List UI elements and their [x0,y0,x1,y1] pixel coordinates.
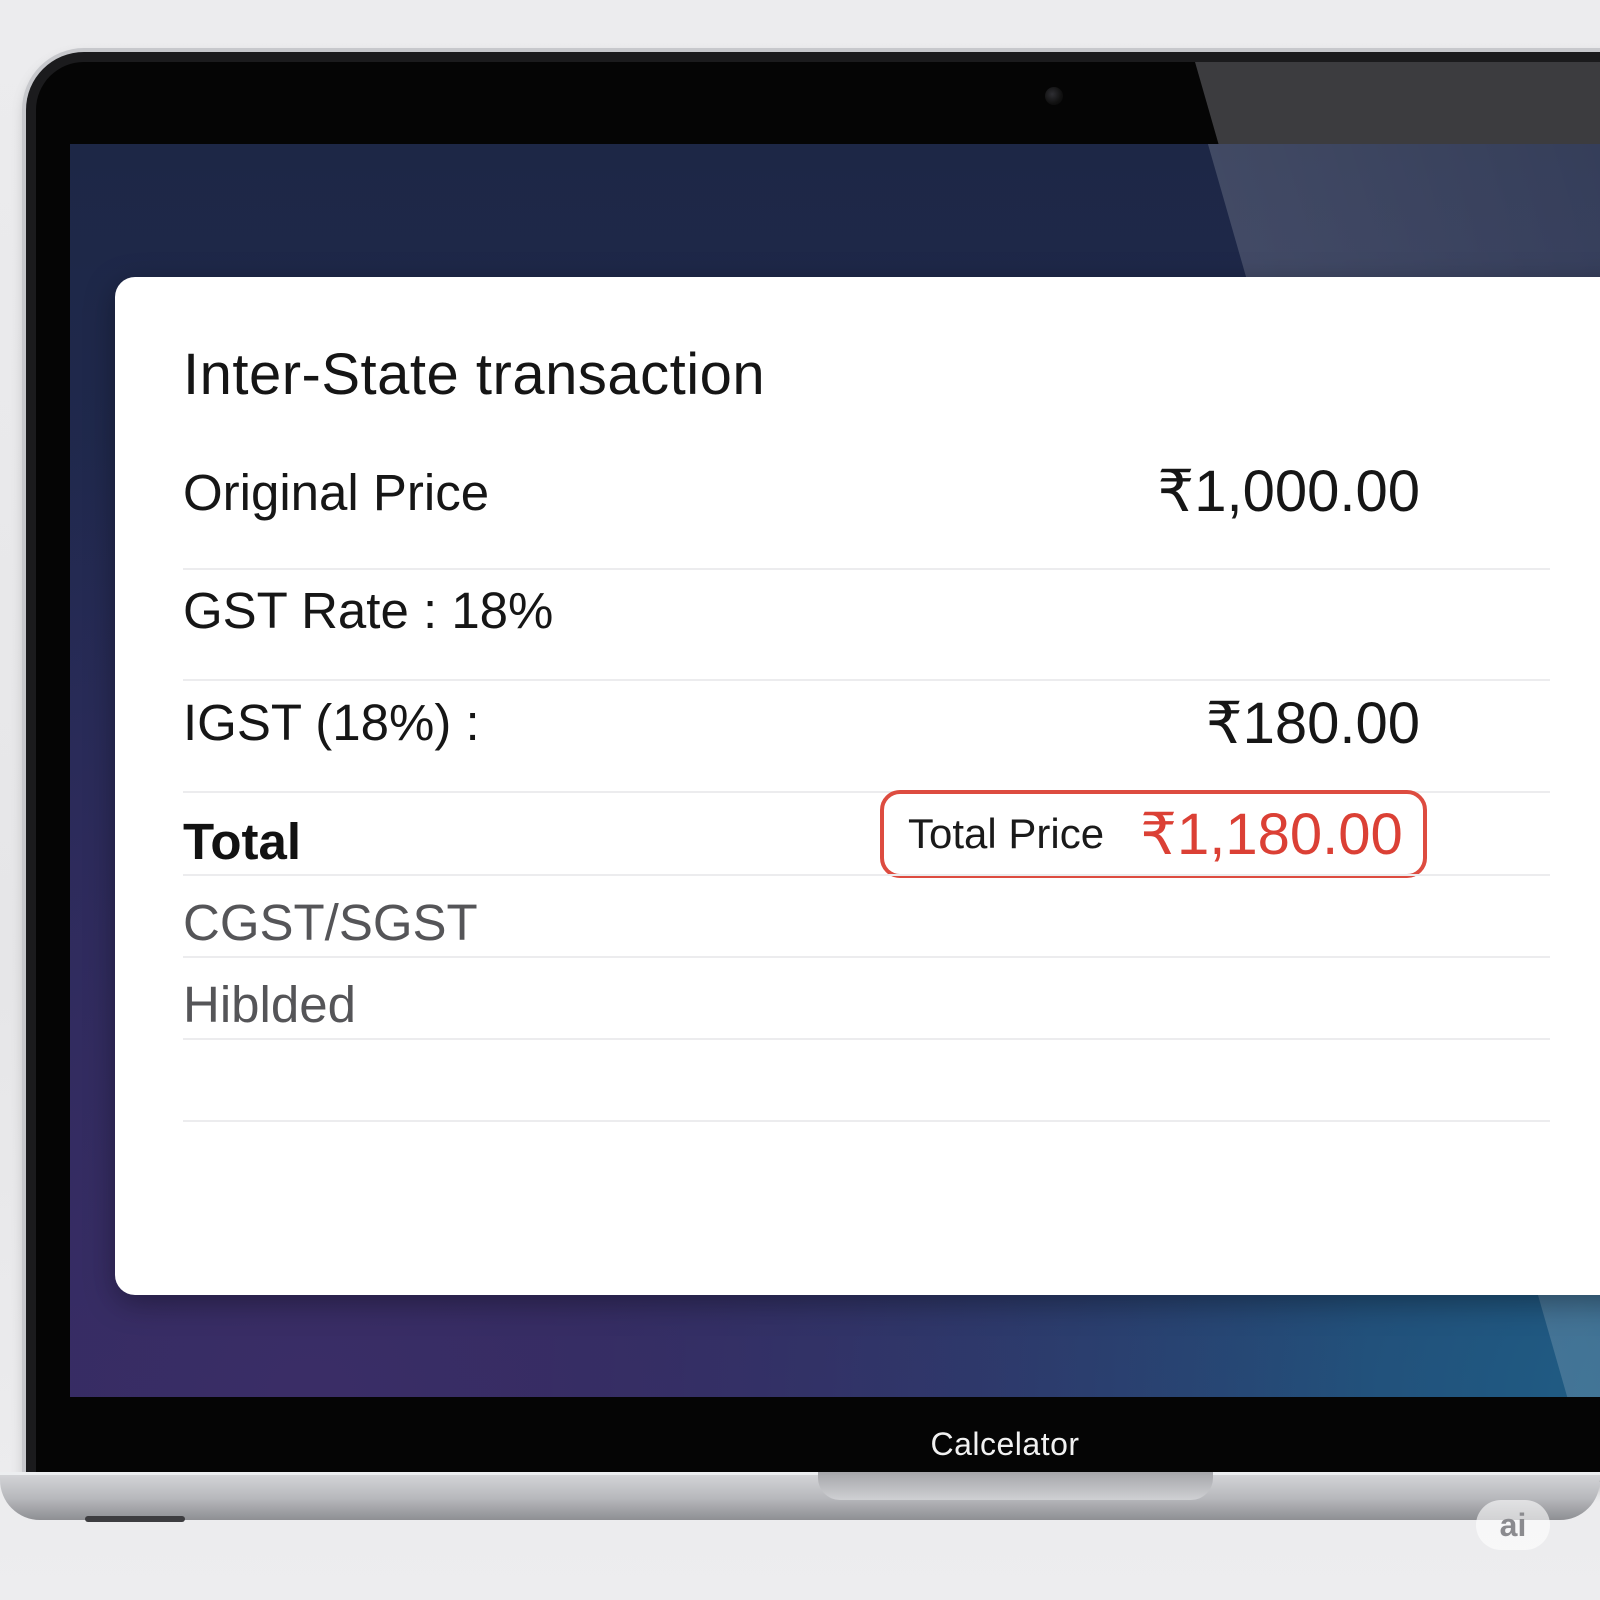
laptop-scene: Inter-State transaction Original Price ₹… [0,0,1600,1600]
gst-rate-label: GST Rate : 18% [183,582,554,639]
lid-opening-notch [818,1472,1213,1500]
row-divider [183,1120,1550,1122]
total-label: Total [183,813,302,870]
row-divider [183,679,1550,681]
bezel-reflection [1195,62,1600,144]
ai-watermark: ai [1476,1500,1550,1550]
row-divider [183,956,1550,958]
igst-label: IGST (18%) : [183,694,480,751]
camera-icon [1045,87,1063,105]
gst-calculator-window: Inter-State transaction Original Price ₹… [115,277,1600,1295]
row-divider [183,874,1550,876]
total-price-label: Total Price [908,810,1105,857]
window-title: Inter-State transaction [183,342,766,407]
original-price-label: Original Price [183,464,490,521]
cgst-sgst-label: CGST/SGST [183,894,478,951]
row-divider [183,568,1550,570]
laptop-foot [85,1516,185,1522]
laptop-base [0,1472,1600,1520]
hiblded-label: Hiblded [183,976,356,1033]
total-price-highlight: Total Price ₹1,180.00 [880,790,1427,878]
dock-app-label: Calcelator [930,1426,1080,1462]
laptop-base-edge [0,1472,1600,1475]
original-price-value: ₹1,000.00 [1157,459,1420,524]
igst-value: ₹180.00 [1205,691,1420,756]
row-divider [183,1038,1550,1040]
total-price-value: ₹1,180.00 [1140,802,1403,867]
